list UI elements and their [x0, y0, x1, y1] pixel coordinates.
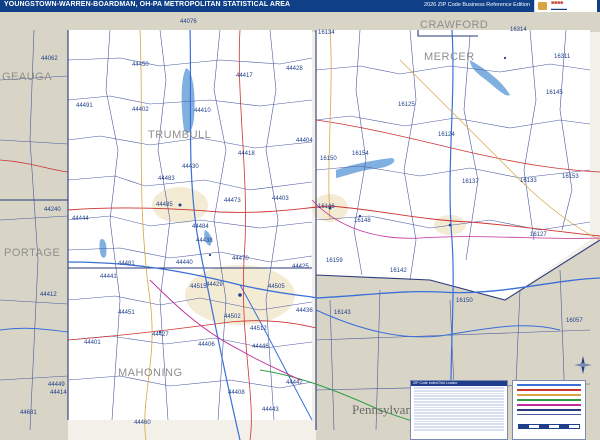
zip-label: 44402: [132, 107, 149, 113]
zip-label: 16143: [334, 310, 351, 316]
zip-label: 44483: [158, 176, 175, 182]
county-label-trumbull: TRUMBULL: [148, 129, 211, 141]
zip-label: 44502: [224, 314, 241, 320]
zip-label: 44401: [84, 340, 101, 346]
county-label-geauga: GEAUGA: [2, 71, 52, 83]
zip-label: 44438: [196, 238, 213, 244]
zip-label: 44443: [262, 407, 279, 413]
zip-label: 16137: [462, 179, 479, 185]
zip-label: 16146: [318, 204, 335, 210]
legend-us-route-line: [517, 389, 581, 391]
zip-label: 16142: [390, 268, 407, 274]
zip-label: 44491: [76, 103, 93, 109]
zip-label: 16153: [562, 174, 579, 180]
zip-label: 44444: [72, 216, 89, 222]
zip-label: 44442: [286, 380, 303, 386]
zip-label: 44418: [238, 151, 255, 157]
publisher-logo: ■■■■ ▬▬▬▬: [534, 0, 597, 12]
zip-label: 44450: [132, 62, 149, 68]
zip-label: 16150: [456, 298, 473, 304]
zip-label: 16127: [530, 232, 547, 238]
state-label-pennsylvania: Pennsylvan: [352, 402, 412, 417]
zip-label: 44412: [40, 292, 57, 298]
zip-label: 44425: [292, 264, 309, 270]
zip-label: 16124: [438, 132, 455, 138]
zip-label: 16148: [354, 218, 371, 224]
county-label-mahoning: MAHONING: [118, 367, 183, 379]
map-title: YOUNGSTOWN-WARREN-BOARDMAN, OH-PA METROP…: [4, 1, 291, 8]
zip-label: 44430: [182, 164, 199, 170]
zip-label: 44485: [156, 202, 173, 208]
county-label-mercer: MERCER: [424, 51, 475, 63]
zip-label: 44449: [48, 382, 65, 388]
zip-label: 44406: [198, 342, 215, 348]
zip-label: 44429: [206, 282, 223, 288]
zip-label: 44436: [296, 308, 313, 314]
zip-label: 44428: [286, 66, 303, 72]
logo-subtext: ▬▬▬▬: [551, 6, 567, 11]
zip-label: 44484: [192, 224, 209, 230]
zip-label: 16314: [510, 27, 527, 33]
legend-toll-road-line: [517, 399, 581, 401]
county-label-portage: PORTAGE: [4, 247, 60, 259]
map-key-legend: [512, 380, 586, 440]
zip-label: 44470: [232, 256, 249, 262]
legend-highway-line: [517, 404, 581, 406]
compass-rose-icon: [574, 356, 592, 374]
zip-label: 16311: [554, 54, 571, 60]
legend-county-boundary-line: [517, 409, 581, 411]
zip-label: 44417: [236, 73, 253, 79]
legend-interstate-line: [517, 384, 581, 386]
zip-label: 16134: [318, 30, 335, 36]
zip-label: 44408: [228, 390, 245, 396]
zip-label: 16057: [566, 318, 583, 324]
zip-label: 44076: [180, 19, 197, 25]
county-label-crawford: CRAWFORD: [420, 19, 488, 31]
zip-label: 16159: [326, 258, 343, 264]
zip-label: 16133: [520, 178, 537, 184]
zip-label: 44481: [118, 261, 135, 267]
zip-label: 44681: [20, 410, 37, 416]
legend-state-route-line: [517, 394, 581, 396]
zip-label: 44515: [190, 284, 207, 290]
map-svg: GEAUGA TRUMBULL PORTAGE MAHONING CRAWFOR…: [0, 12, 600, 440]
zip-label: 44473: [224, 198, 241, 204]
legend-zip-boundary-line: [517, 414, 581, 415]
zip-label: 16145: [546, 90, 563, 96]
zip-label: 44410: [194, 108, 211, 114]
edition-label: 2026 ZIP Code Business Reference Edition: [424, 2, 530, 8]
zip-label: 44062: [41, 56, 58, 62]
legend-header: ZIP Code Index/Grid Locator: [411, 381, 507, 386]
map-canvas: YOUNGSTOWN-WARREN-BOARDMAN, OH-PA METROP…: [0, 0, 600, 440]
zip-label: 44404: [296, 138, 313, 144]
zip-label: 16150: [320, 156, 337, 162]
zip-label: 44403: [272, 196, 289, 202]
zip-label: 44446: [252, 344, 269, 350]
zip-label: 44240: [44, 207, 61, 213]
zip-label: 44512: [250, 326, 267, 332]
zip-label: 44451: [118, 310, 135, 316]
zip-label: 16154: [352, 151, 369, 157]
zip-index-legend: ZIP Code Index/Grid Locator: [410, 380, 508, 440]
scale-bar: [518, 424, 580, 429]
map-title-bar: YOUNGSTOWN-WARREN-BOARDMAN, OH-PA METROP…: [0, 0, 600, 12]
zip-label: 44427: [152, 332, 169, 338]
zip-label: 44414: [50, 390, 67, 396]
logo-icon: [538, 2, 547, 10]
zip-label: 16125: [398, 102, 415, 108]
zip-label: 44460: [134, 420, 151, 426]
zip-label: 44440: [176, 260, 193, 266]
zip-label: 44441: [100, 274, 117, 280]
zip-label: 44505: [268, 284, 285, 290]
